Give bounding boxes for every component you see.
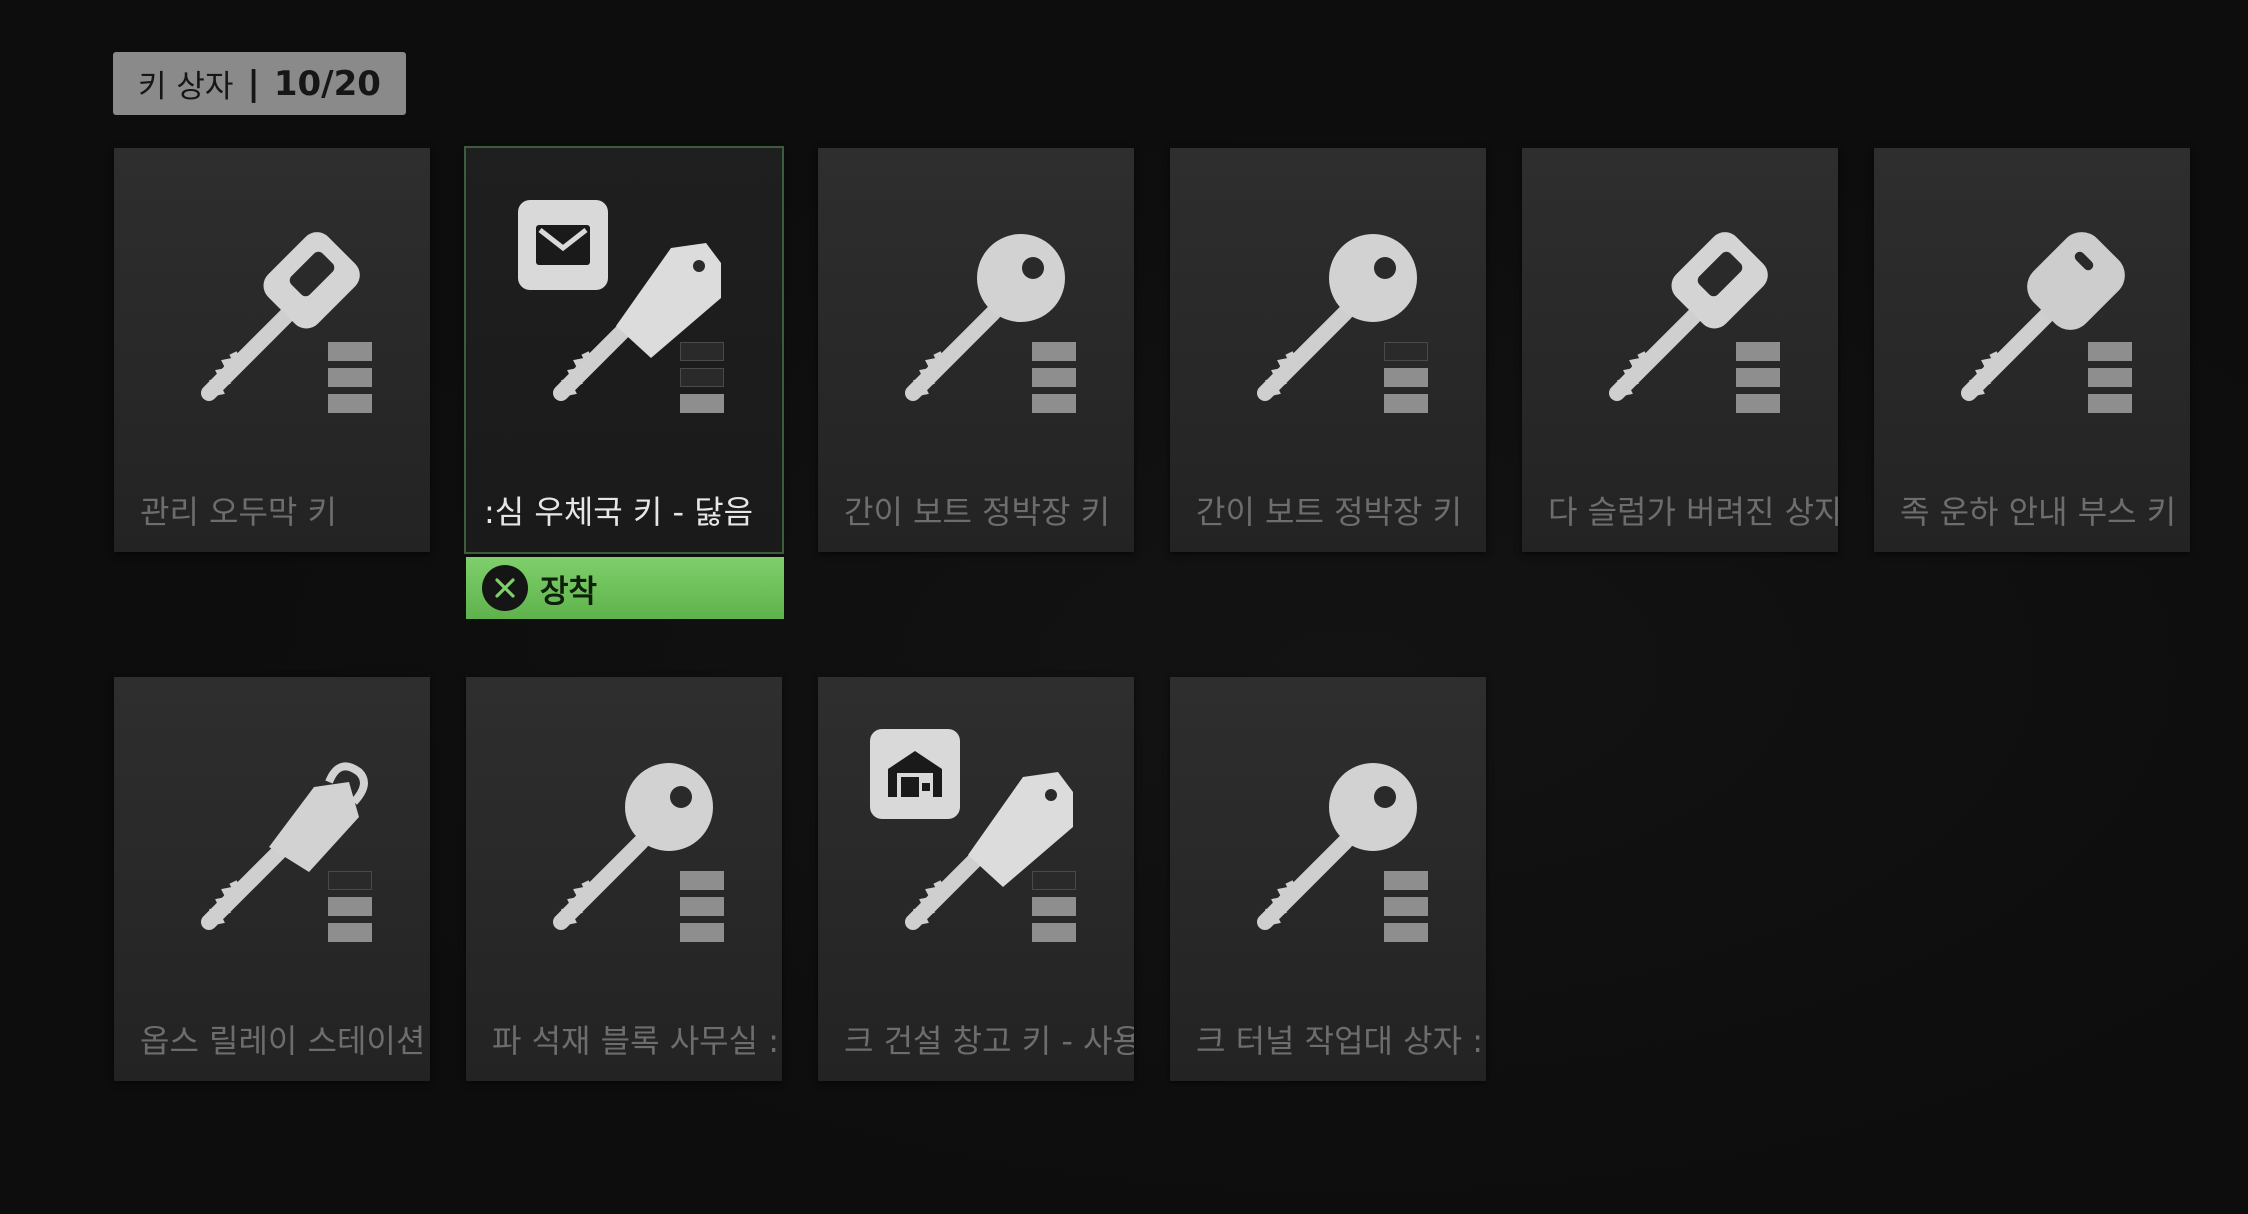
key-slot-label: 크 건설 창고 키 - 사용 [844, 1022, 1134, 1060]
durability-segment [328, 368, 372, 387]
durability-segment [680, 897, 724, 916]
durability-segment [2088, 368, 2132, 387]
equip-label: 장착 [540, 573, 598, 610]
key-slot-label: 족 운하 안내 부스 키 [1900, 493, 2177, 531]
durability-segment [1032, 923, 1076, 942]
durability-segment [1384, 923, 1428, 942]
durability-segment [1032, 871, 1076, 890]
durability-bars [2088, 342, 2132, 420]
durability-bars [1032, 871, 1076, 949]
key-slot-label: 다 슬럼가 버려진 상자 [1548, 493, 1838, 531]
durability-segment [1384, 871, 1428, 890]
durability-segment [1736, 394, 1780, 413]
durability-segment [2088, 342, 2132, 361]
key-slot-label: 옵스 릴레이 스테이션 [140, 1022, 426, 1060]
key-slot[interactable]: 크 터널 작업대 상자 : [1170, 677, 1486, 1081]
key-slot[interactable]: 다 슬럼가 버려진 상자 [1522, 148, 1838, 552]
key-box-header: 키 상자 | 10/20 [113, 52, 406, 115]
key-slot[interactable]: 크 건설 창고 키 - 사용 [818, 677, 1134, 1081]
durability-segment [1032, 368, 1076, 387]
key-slot[interactable]: 간이 보트 정박장 키 [1170, 148, 1486, 552]
durability-segment [1384, 394, 1428, 413]
durability-segment [328, 342, 372, 361]
durability-segment [328, 923, 372, 942]
durability-segment [1032, 342, 1076, 361]
durability-segment [1032, 394, 1076, 413]
durability-segment [1384, 368, 1428, 387]
durability-bars [1384, 871, 1428, 949]
durability-segment [680, 368, 724, 387]
header-separator: | [247, 63, 260, 104]
durability-segment [328, 871, 372, 890]
key-slot-label: 간이 보트 정박장 키 [1196, 493, 1463, 531]
durability-segment [328, 897, 372, 916]
key-slot-label: 파 석재 블록 사무실 : [492, 1022, 779, 1060]
durability-bars [328, 342, 372, 420]
x-button-icon [482, 565, 528, 611]
durability-segment [328, 394, 372, 413]
durability-bars [1384, 342, 1428, 420]
key-slot[interactable]: 옵스 릴레이 스테이션 [114, 677, 430, 1081]
durability-bars [680, 871, 724, 949]
durability-bars [680, 342, 724, 420]
durability-segment [2088, 394, 2132, 413]
header-title: 키 상자 [138, 69, 234, 105]
durability-bars [1736, 342, 1780, 420]
durability-bars [328, 871, 372, 949]
mail-icon [518, 200, 608, 290]
durability-segment [680, 394, 724, 413]
key-slot[interactable]: 관리 오두막 키 [114, 148, 430, 552]
header-count: 10/20 [273, 63, 381, 104]
key-slot[interactable]: :심 우체국 키 - 닳음 [464, 146, 784, 554]
key-slot[interactable]: 간이 보트 정박장 키 [818, 148, 1134, 552]
durability-segment [680, 923, 724, 942]
key-slot[interactable]: 파 석재 블록 사무실 : [466, 677, 782, 1081]
durability-bars [1032, 342, 1076, 420]
durability-segment [1384, 342, 1428, 361]
equip-button[interactable]: 장착 [466, 557, 784, 619]
durability-segment [1032, 897, 1076, 916]
durability-segment [1736, 342, 1780, 361]
garage-icon [870, 729, 960, 819]
durability-segment [1384, 897, 1428, 916]
durability-segment [1736, 368, 1780, 387]
key-slot-label: 크 터널 작업대 상자 : [1196, 1022, 1483, 1060]
key-slot[interactable]: 족 운하 안내 부스 키 [1874, 148, 2190, 552]
key-slot-label: :심 우체국 키 - 닳음 [484, 493, 754, 531]
durability-segment [680, 871, 724, 890]
key-slot-label: 관리 오두막 키 [140, 493, 337, 531]
key-slot-label: 간이 보트 정박장 키 [844, 493, 1111, 531]
durability-segment [680, 342, 724, 361]
